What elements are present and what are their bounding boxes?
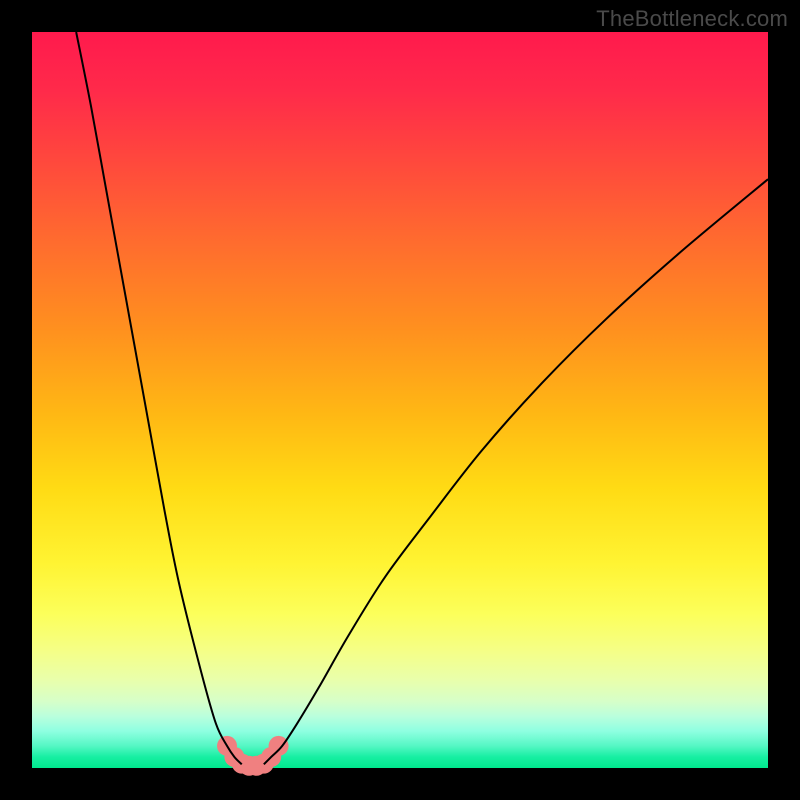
trough-marker-group: [217, 736, 289, 776]
chart-frame: TheBottleneck.com: [0, 0, 800, 800]
trough-marker-dot: [269, 736, 289, 756]
watermark-text: TheBottleneck.com: [596, 6, 788, 32]
curve-left: [76, 32, 242, 764]
plot-area: [32, 32, 768, 768]
curve-right: [264, 179, 768, 764]
curve-layer: [32, 32, 768, 768]
